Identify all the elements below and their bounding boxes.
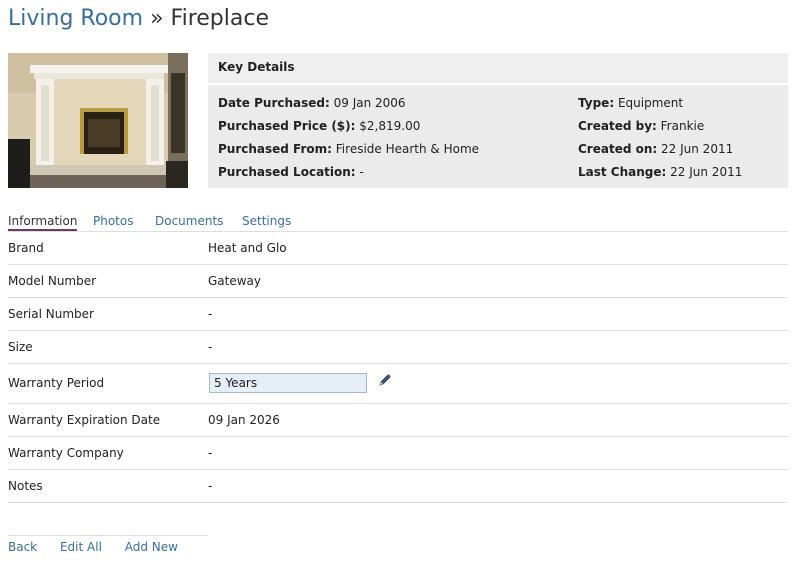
- key-detail-row: Date Purchased: 09 Jan 2006: [218, 92, 479, 115]
- key-detail-label: Purchased From:: [218, 142, 332, 156]
- detail-value: -: [208, 446, 213, 460]
- detail-row-warranty-expiration-date: Warranty Expiration Date 09 Jan 2026: [8, 404, 788, 437]
- fireplace-photo-image: [8, 53, 188, 188]
- detail-label: Model Number: [8, 274, 97, 288]
- key-detail-row: Last Change: 22 Jun 2011: [578, 161, 742, 184]
- detail-value: Gateway: [208, 274, 262, 288]
- detail-row-size: Size -: [8, 331, 788, 364]
- key-detail-label: Last Change:: [578, 165, 667, 179]
- footer-actions: Back Edit All Add New: [8, 540, 197, 554]
- key-details-body: Date Purchased: 09 Jan 2006 Purchased Pr…: [208, 85, 788, 188]
- key-detail-label: Created by:: [578, 119, 657, 133]
- item-photo[interactable]: [8, 53, 188, 188]
- tab-settings[interactable]: Settings: [242, 214, 291, 228]
- key-detail-value: Equipment: [617, 96, 684, 110]
- key-detail-row: Created by: Frankie: [578, 115, 742, 138]
- key-detail-value: $2,819.00: [359, 119, 421, 133]
- key-detail-label: Purchased Price ($):: [218, 119, 356, 133]
- key-detail-row: Purchased Price ($): $2,819.00: [218, 115, 479, 138]
- tab-photos[interactable]: Photos: [93, 214, 133, 228]
- key-detail-row: Type: Equipment: [578, 92, 742, 115]
- key-detail-value: Frankie: [660, 119, 705, 133]
- key-detail-value: -: [359, 165, 364, 179]
- detail-label: Serial Number: [8, 307, 94, 321]
- detail-value: -: [208, 307, 213, 321]
- detail-value: Heat and Glo: [208, 241, 287, 255]
- key-detail-value: 22 Jun 2011: [670, 165, 743, 179]
- detail-label: Notes: [8, 479, 43, 493]
- key-detail-value: 22 Jun 2011: [661, 142, 734, 156]
- warranty-period-input[interactable]: [209, 373, 367, 393]
- tab-bar: Information Photos Documents Settings: [8, 210, 788, 232]
- pencil-icon[interactable]: [377, 372, 393, 388]
- key-detail-row: Purchased Location: -: [218, 161, 479, 184]
- breadcrumb-parent-link[interactable]: Living Room: [8, 6, 143, 31]
- key-detail-row: Created on: 22 Jun 2011: [578, 138, 742, 161]
- key-detail-label: Created on:: [578, 142, 658, 156]
- key-detail-label: Purchased Location:: [218, 165, 356, 179]
- detail-value: -: [208, 479, 213, 493]
- key-details-left-column: Date Purchased: 09 Jan 2006 Purchased Pr…: [218, 92, 479, 184]
- add-new-link[interactable]: Add New: [125, 540, 178, 554]
- detail-row-serial-number: Serial Number -: [8, 298, 788, 331]
- tab-documents[interactable]: Documents: [155, 214, 223, 228]
- footer-divider: [8, 535, 208, 536]
- detail-label: Warranty Expiration Date: [8, 413, 161, 427]
- detail-row-brand: Brand Heat and Glo: [8, 232, 788, 265]
- detail-label: Warranty Company: [8, 446, 124, 460]
- key-details-right-column: Type: Equipment Created by: Frankie Crea…: [578, 92, 742, 184]
- detail-value: -: [208, 340, 213, 354]
- detail-label: Warranty Period: [8, 376, 105, 390]
- detail-row-warranty-company: Warranty Company -: [8, 437, 788, 470]
- breadcrumb-separator: »: [150, 6, 164, 31]
- key-detail-label: Date Purchased:: [218, 96, 330, 110]
- detail-row-warranty-period: Warranty Period: [8, 364, 788, 404]
- breadcrumb-current: Fireplace: [170, 6, 269, 31]
- page-title: Living Room » Fireplace: [8, 6, 269, 31]
- detail-label: Brand: [8, 241, 44, 255]
- key-detail-value: Fireside Hearth & Home: [335, 142, 480, 156]
- detail-value: 09 Jan 2026: [208, 413, 280, 427]
- information-table: Brand Heat and Glo Model Number Gateway …: [8, 232, 788, 503]
- key-details-title: Key Details: [208, 53, 788, 85]
- edit-all-link[interactable]: Edit All: [60, 540, 102, 554]
- key-detail-value: 09 Jan 2006: [333, 96, 406, 110]
- key-detail-row: Purchased From: Fireside Hearth & Home: [218, 138, 479, 161]
- detail-label: Size: [8, 340, 33, 354]
- back-link[interactable]: Back: [8, 540, 37, 554]
- key-detail-label: Type:: [578, 96, 615, 110]
- tab-information[interactable]: Information: [8, 214, 78, 231]
- key-details-panel: Key Details Date Purchased: 09 Jan 2006 …: [208, 53, 788, 188]
- detail-row-model-number: Model Number Gateway: [8, 265, 788, 298]
- detail-row-notes: Notes -: [8, 470, 788, 503]
